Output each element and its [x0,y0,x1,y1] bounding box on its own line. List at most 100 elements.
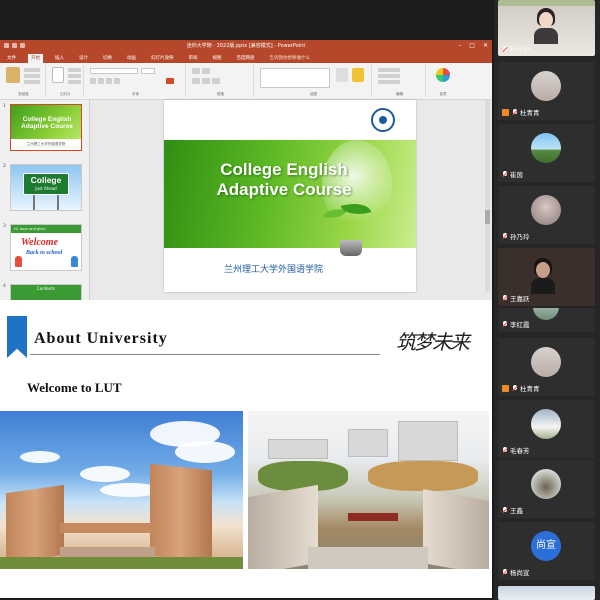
participant-tile[interactable]: 崔茵 [498,124,595,182]
participant-tile[interactable]: 毛春芳 [498,400,595,458]
align-center-button[interactable] [202,78,210,84]
slide-subtitle: 兰州理工大学外国语学院 [224,265,324,275]
lawn [0,557,243,569]
paste-button[interactable] [6,67,20,83]
italic-button[interactable] [98,78,104,84]
creative-group: 创意 [428,65,458,97]
slide-thumbnail-4[interactable]: Contents [10,284,82,300]
tell-me-search[interactable]: 告诉我你想要做什么 [267,54,314,63]
align-left-button[interactable] [192,78,200,84]
tab-home[interactable]: 开始 [28,54,43,63]
participant-tile[interactable]: 杜青青 [498,62,595,120]
tab-transitions[interactable]: 切换 [100,54,115,63]
slides-group: 幻灯片 [48,65,84,97]
bullets-button[interactable] [192,68,200,74]
about-heading: About University [34,330,168,347]
about-university-slide: About University 筑梦未来 Welcome to LUT [0,316,492,598]
tab-design[interactable]: 设计 [76,54,91,63]
tab-review[interactable]: 审阅 [186,54,201,63]
heading-rule [30,354,380,355]
mic-muted-icon [502,568,508,576]
participant-name-text: 杜青青 [520,109,540,117]
slide-thumbnail-1[interactable]: College English Adaptive Course 兰州理工大学外国… [10,104,82,151]
strikethrough-button[interactable] [114,78,120,84]
new-slide-button[interactable] [52,67,64,83]
window-controls: – □ ✕ [458,40,488,52]
arrange-button[interactable] [336,68,348,82]
slide-number: 3 [3,224,6,229]
redo-icon[interactable] [20,43,25,48]
mic-muted-icon [512,108,518,116]
close-icon[interactable]: ✕ [483,40,488,52]
minimize-icon[interactable]: – [458,40,461,52]
creative-tools-icon[interactable] [436,68,450,82]
slide-number: 4 [3,284,6,289]
font-color-button[interactable] [166,78,174,84]
editing-group-label: 编辑 [396,92,403,96]
current-slide[interactable]: College English Adaptive Course 兰州理工大学外国… [164,100,416,292]
slide-thumbnail-3[interactable]: Hi, boys and girls! Welcome Back to scho… [10,224,82,271]
building [348,429,388,457]
select-button[interactable] [378,80,400,84]
participant-tile[interactable]: 李红霞 [498,308,595,332]
avatar [531,347,561,377]
mic-muted-icon [502,232,508,240]
participant-video [533,6,559,44]
quick-styles-button[interactable] [352,68,364,82]
calligraphy-text: 筑梦未来 [396,330,470,354]
slides-group-label: 幻灯片 [60,92,71,96]
copy-button[interactable] [24,74,40,78]
align-right-button[interactable] [212,78,220,84]
font-family-select[interactable] [90,68,138,74]
font-group-label: 字体 [132,92,139,96]
vertical-scrollbar[interactable] [485,100,490,292]
back-to-school-text: Back to school [26,250,63,256]
tab-slideshow[interactable]: 幻灯片放映 [148,54,177,63]
thumb-header: Hi, boys and girls! [11,225,81,233]
reset-button[interactable] [68,74,81,78]
participant-tile[interactable]: 王嘉跃 [498,248,595,306]
font-size-select[interactable] [141,68,155,74]
shapes-gallery[interactable] [260,68,330,88]
tab-view[interactable]: 视图 [210,54,225,63]
powerpoint-window: 迷你大学随 - 2022版.pptx [兼容模式] - PowerPoint –… [0,40,492,300]
find-button[interactable] [378,68,400,72]
participant-name-text: 李红霞 [510,321,530,329]
tab-animations[interactable]: 动画 [124,54,139,63]
cloud [80,466,130,482]
drawing-group: 绘图 [256,65,372,97]
participant-list[interactable]: Evelyn 杜青青 崔茵 孙乃玲 王嘉跃 李红霞 杜青青 毛春芳 王鑫 尚宣 … [494,0,600,600]
numbering-button[interactable] [202,68,210,74]
tab-baidu-netdisk[interactable]: 百度网盘 [234,54,258,63]
ppt-title-bar: 迷你大学随 - 2022版.pptx [兼容模式] - PowerPoint –… [0,40,492,52]
tab-insert[interactable]: 插入 [52,54,67,63]
bold-button[interactable] [90,78,96,84]
quick-access-toolbar[interactable] [4,43,34,49]
section-button[interactable] [68,80,81,84]
tab-file[interactable]: 文件 [4,54,19,63]
participant-name: 毛春芳 [502,445,530,455]
gate-crossbeam [60,523,155,533]
participant-tile[interactable]: 孙乃玲 [498,186,595,244]
mic-muted-icon [502,446,508,454]
maximize-icon[interactable]: □ [469,40,475,52]
participant-tile[interactable]: 杜青青 [498,338,595,396]
participant-name: 王鑫 [502,505,523,515]
editing-group: 编辑 [374,65,426,97]
avatar [531,469,561,499]
layout-button[interactable] [68,68,81,72]
cut-button[interactable] [24,68,40,72]
participant-tile[interactable]: 尚宣 杨尚宣 [498,522,595,580]
trees [368,461,478,491]
undo-icon[interactable] [12,43,17,48]
scrollbar-thumb[interactable] [485,210,490,224]
replace-button[interactable] [378,74,400,78]
participant-name-text: 崔茵 [510,171,523,179]
save-icon[interactable] [4,43,9,48]
participant-tile[interactable]: 王鑫 [498,460,595,518]
underline-button[interactable] [106,78,112,84]
participant-tile-partial[interactable] [498,586,595,600]
format-painter-button[interactable] [24,80,40,84]
slide-thumbnail-2[interactable]: College Just Ahead [10,164,82,211]
participant-tile[interactable]: Evelyn [498,0,595,56]
